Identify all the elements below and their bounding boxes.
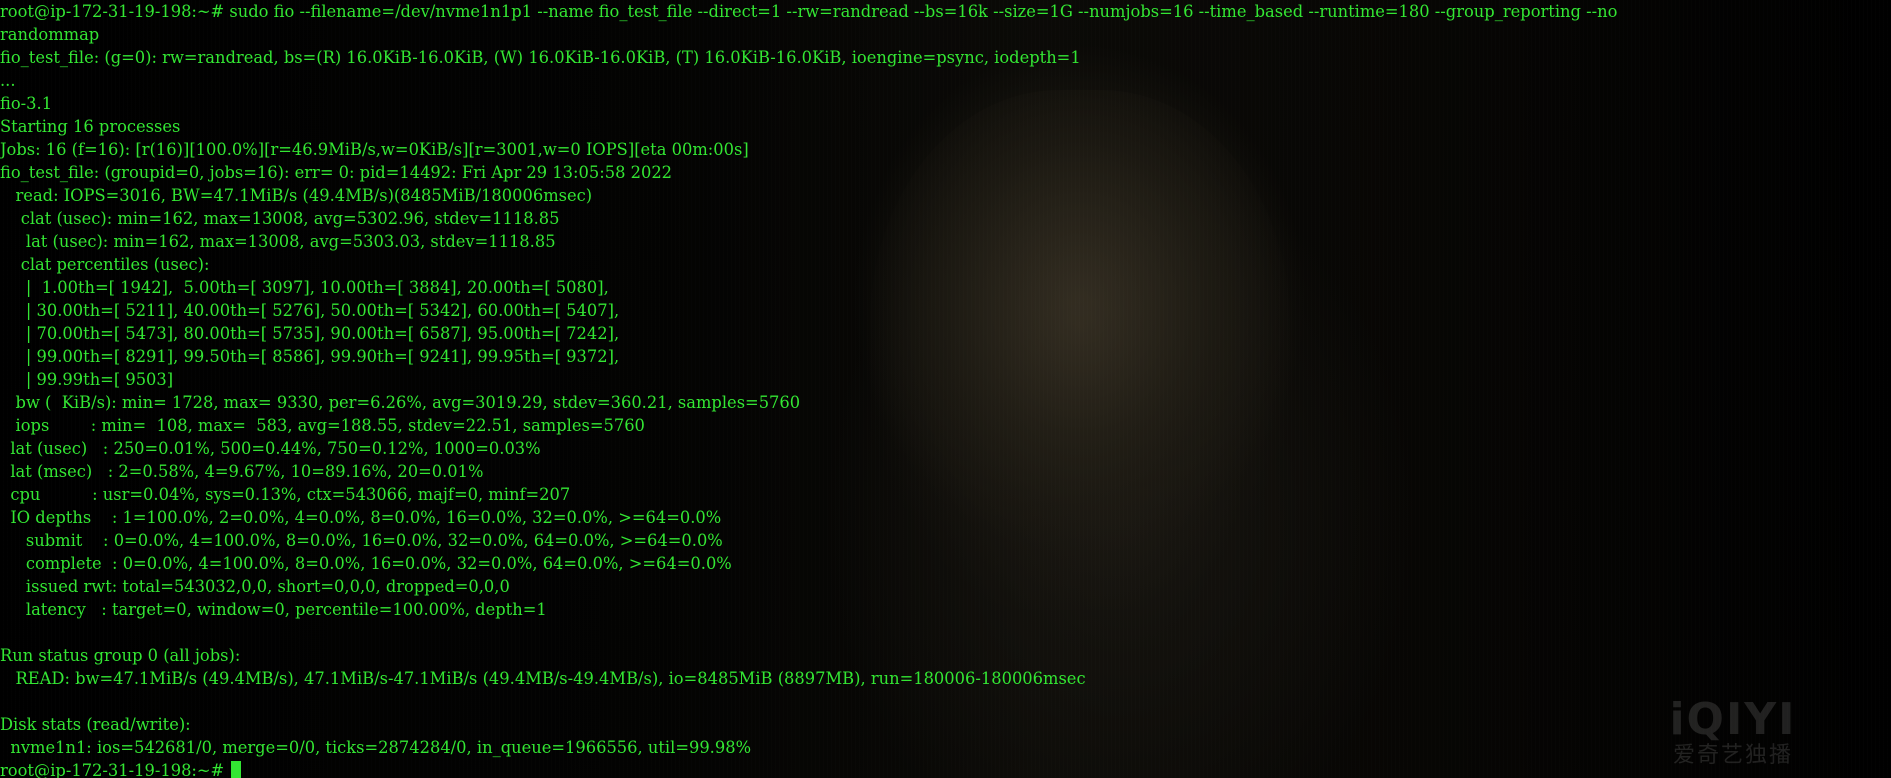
terminal-line: Jobs: 16 (f=16): [r(16)][100.0%][r=46.9M… bbox=[0, 140, 749, 159]
terminal-line: randommap bbox=[0, 25, 100, 44]
terminal-line: Disk stats (read/write): bbox=[0, 715, 191, 734]
terminal-line: clat percentiles (usec): bbox=[0, 255, 210, 274]
terminal-line: submit : 0=0.0%, 4=100.0%, 8=0.0%, 16=0.… bbox=[0, 531, 723, 550]
terminal-line: | 30.00th=[ 5211], 40.00th=[ 5276], 50.0… bbox=[0, 301, 620, 320]
terminal-line: clat (usec): min=162, max=13008, avg=530… bbox=[0, 209, 560, 228]
terminal-line: root@ip-172-31-19-198:~# sudo fio --file… bbox=[0, 2, 1618, 21]
terminal-line: latency : target=0, window=0, percentile… bbox=[0, 600, 547, 619]
terminal-line: fio_test_file: (g=0): rw=randread, bs=(R… bbox=[0, 48, 1081, 67]
prompt-text: root@ip-172-31-19-198:~# bbox=[0, 761, 230, 778]
terminal-line: | 99.99th=[ 9503] bbox=[0, 370, 174, 389]
terminal-line: fio-3.1 bbox=[0, 94, 53, 113]
terminal-line: iops : min= 108, max= 583, avg=188.55, s… bbox=[0, 416, 645, 435]
terminal-line: Run status group 0 (all jobs): bbox=[0, 646, 241, 665]
command-prompt[interactable]: root@ip-172-31-19-198:~# bbox=[0, 759, 1617, 778]
terminal-line: nvme1n1: ios=542681/0, merge=0/0, ticks=… bbox=[0, 738, 752, 757]
terminal-line: cpu : usr=0.04%, sys=0.13%, ctx=543066, … bbox=[0, 485, 571, 504]
terminal-line: read: IOPS=3016, BW=47.1MiB/s (49.4MB/s)… bbox=[0, 186, 593, 205]
terminal-line: | 99.00th=[ 8291], 99.50th=[ 8586], 99.9… bbox=[0, 347, 620, 366]
terminal-line: lat (usec) : 250=0.01%, 500=0.44%, 750=0… bbox=[0, 439, 541, 458]
terminal-line: fio_test_file: (groupid=0, jobs=16): err… bbox=[0, 163, 673, 182]
terminal-line: READ: bw=47.1MiB/s (49.4MB/s), 47.1MiB/s… bbox=[0, 669, 1086, 688]
terminal-line: | 70.00th=[ 5473], 80.00th=[ 5735], 90.0… bbox=[0, 324, 620, 343]
terminal-line: | 1.00th=[ 1942], 5.00th=[ 3097], 10.00t… bbox=[0, 278, 609, 297]
terminal-output: root@ip-172-31-19-198:~# sudo fio --file… bbox=[0, 0, 1617, 778]
terminal-line: issued rwt: total=543032,0,0, short=0,0,… bbox=[0, 577, 510, 596]
terminal-line: Starting 16 processes bbox=[0, 117, 181, 136]
terminal-line: bw ( KiB/s): min= 1728, max= 9330, per=6… bbox=[0, 393, 801, 412]
terminal-line: lat (msec) : 2=0.58%, 4=9.67%, 10=89.16%… bbox=[0, 462, 484, 481]
text-cursor bbox=[231, 761, 242, 778]
terminal-line: ... bbox=[0, 71, 16, 90]
watermark-logo: iQIYI bbox=[1669, 694, 1797, 745]
watermark: iQIYI 爱奇艺独播 bbox=[1668, 698, 1798, 774]
watermark-subtitle: 爱奇艺独播 bbox=[1672, 743, 1793, 768]
terminal-window[interactable]: root@ip-172-31-19-198:~# sudo fio --file… bbox=[0, 0, 1891, 778]
terminal-line: complete : 0=0.0%, 4=100.0%, 8=0.0%, 16=… bbox=[0, 554, 732, 573]
terminal-line: lat (usec): min=162, max=13008, avg=5303… bbox=[0, 232, 556, 251]
terminal-line: IO depths : 1=100.0%, 2=0.0%, 4=0.0%, 8=… bbox=[0, 508, 722, 527]
